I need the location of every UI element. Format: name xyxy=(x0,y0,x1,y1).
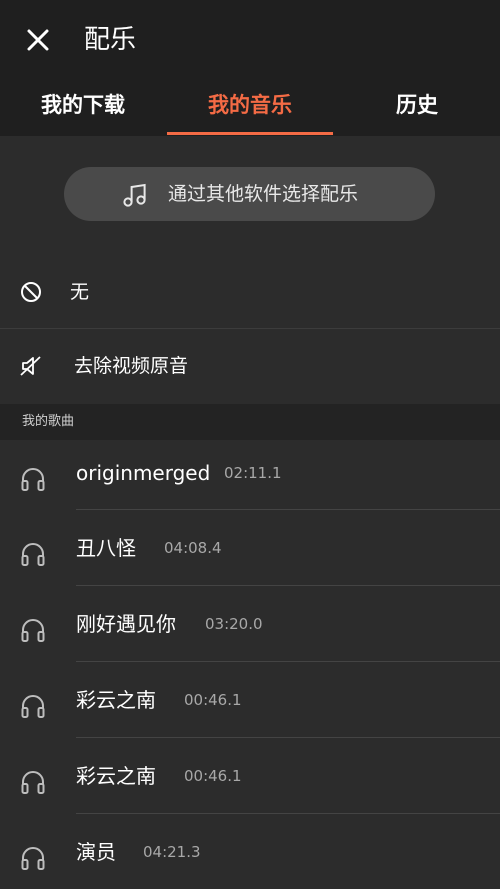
headphones-icon xyxy=(21,468,45,491)
song-item[interactable]: 彩云之南 00:46.1 xyxy=(0,744,500,820)
song-duration: 04:21.3 xyxy=(143,843,201,861)
song-name: 丑八怪 xyxy=(76,536,136,560)
option-mute-label: 去除视频原音 xyxy=(74,355,189,377)
song-duration: 02:11.1 xyxy=(224,464,282,482)
divider xyxy=(76,737,500,738)
block-icon xyxy=(21,282,41,302)
song-name: 演员 xyxy=(76,840,116,864)
option-none[interactable]: 无 xyxy=(0,255,500,329)
page-title: 配乐 xyxy=(84,25,137,55)
pick-from-other-app-button[interactable]: 通过其他软件选择配乐 xyxy=(64,167,435,221)
song-duration: 00:46.1 xyxy=(184,691,242,709)
song-name: originmerged xyxy=(76,461,211,485)
mute-icon xyxy=(20,356,41,376)
headphones-icon xyxy=(21,543,45,566)
close-button[interactable] xyxy=(22,24,54,56)
tab-my-music[interactable]: 我的音乐 xyxy=(167,82,333,136)
music-note-icon xyxy=(123,183,146,207)
song-duration: 04:08.4 xyxy=(164,539,222,557)
tab-my-downloads[interactable]: 我的下载 xyxy=(0,82,166,136)
divider xyxy=(76,813,500,814)
option-none-label: 无 xyxy=(70,281,90,303)
song-duration: 00:46.1 xyxy=(184,767,242,785)
option-remove-original-audio[interactable]: 去除视频原音 xyxy=(0,329,500,403)
pick-button-label: 通过其他软件选择配乐 xyxy=(168,183,359,205)
divider xyxy=(76,509,500,510)
headphones-icon xyxy=(21,771,45,794)
song-item[interactable]: 演员 04:21.3 xyxy=(0,820,500,889)
song-name: 刚好遇见你 xyxy=(76,612,176,636)
section-label: 我的歌曲 xyxy=(22,414,75,429)
song-name: 彩云之南 xyxy=(76,688,156,712)
song-item[interactable]: 刚好遇见你 03:20.0 xyxy=(0,592,500,668)
active-tab-indicator xyxy=(167,132,333,135)
headphones-icon xyxy=(21,619,45,642)
headphones-icon xyxy=(21,695,45,718)
headphones-icon xyxy=(21,847,45,870)
section-header-my-songs: 我的歌曲 xyxy=(0,404,500,440)
song-item[interactable]: 彩云之南 00:46.1 xyxy=(0,668,500,744)
tab-bar: 我的下载 我的音乐 历史 xyxy=(0,82,500,136)
app-header: 配乐 我的下载 我的音乐 历史 xyxy=(0,0,500,136)
divider xyxy=(76,585,500,586)
song-duration: 03:20.0 xyxy=(205,615,263,633)
close-icon xyxy=(27,29,49,51)
tab-history[interactable]: 历史 xyxy=(334,82,500,136)
song-item[interactable]: 丑八怪 04:08.4 xyxy=(0,516,500,592)
song-item[interactable]: originmerged 02:11.1 xyxy=(0,441,500,517)
song-name: 彩云之南 xyxy=(76,764,156,788)
divider xyxy=(76,661,500,662)
